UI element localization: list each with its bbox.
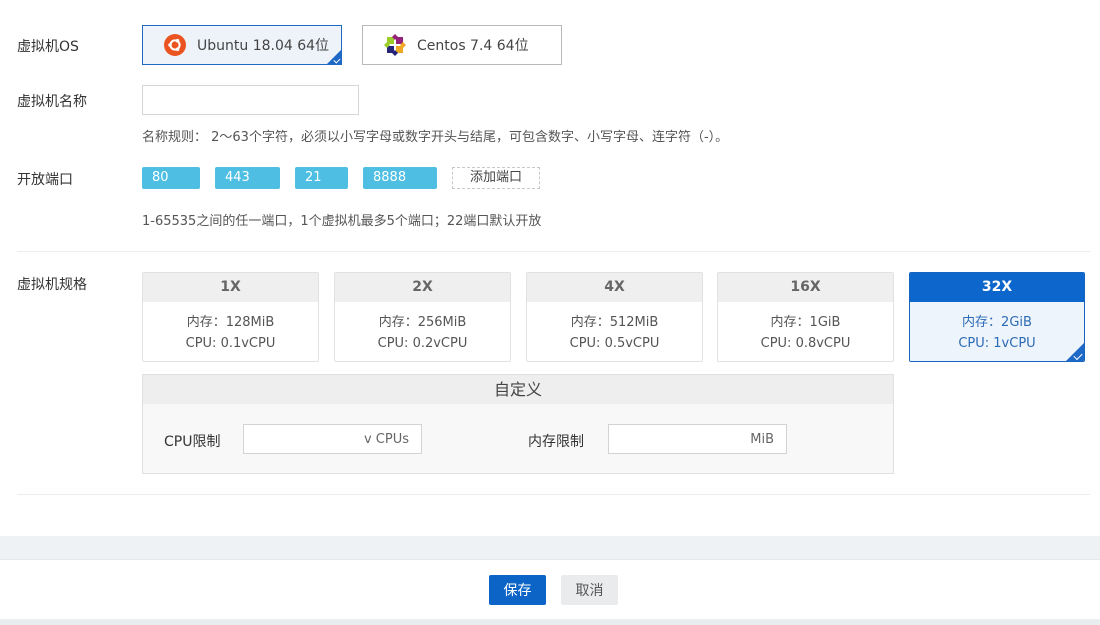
action-footer: 保存 取消 (0, 559, 1100, 619)
cpu-limit-label: CPU限制 (164, 434, 221, 450)
spec-memory: 内存：128MiB (186, 315, 275, 330)
selected-check-icon (327, 50, 341, 64)
os-option-label: Centos 7.4 64位 (417, 38, 529, 54)
add-port-button[interactable]: 添加端口 (452, 167, 540, 189)
spec-cpu: CPU: 1vCPU (958, 336, 1036, 351)
footer-separator (0, 536, 1100, 559)
cpu-unit: v CPUs (363, 431, 409, 447)
spec-cpu: CPU: 0.1vCPU (185, 336, 276, 351)
memory-limit-field[interactable]: MiB (608, 424, 787, 454)
spec-card-4x[interactable]: 4X 内存：512MiB CPU: 0.5vCPU (526, 272, 703, 362)
os-option-centos[interactable]: Centos 7.4 64位 (362, 25, 562, 65)
cpu-limit-field[interactable]: v CPUs (243, 424, 422, 454)
spec-title: 4X (527, 273, 702, 302)
spec-cpu: CPU: 0.5vCPU (569, 336, 660, 351)
memory-limit-label: 内存限制 (528, 434, 584, 450)
vm-config-page: 虚拟机OS Ubuntu 18.04 64位 Centos 7.4 64位 虚拟… (0, 0, 1100, 625)
memory-unit: MiB (750, 431, 774, 447)
spec-cpu: CPU: 0.2vCPU (377, 336, 468, 351)
cancel-button[interactable]: 取消 (561, 575, 618, 605)
spec-card-1x[interactable]: 1X 内存：128MiB CPU: 0.1vCPU (142, 272, 319, 362)
spec-memory: 内存：512MiB (570, 315, 659, 330)
save-button[interactable]: 保存 (489, 575, 546, 605)
ubuntu-icon (164, 34, 186, 56)
spec-card-16x[interactable]: 16X 内存：1GiB CPU: 0.8vCPU (717, 272, 894, 362)
spec-body: 内存：1GiB CPU: 0.8vCPU (718, 302, 893, 354)
spec-memory: 内存：1GiB (770, 315, 841, 330)
spec-memory: 内存：256MiB (378, 315, 467, 330)
cpu-limit-input[interactable] (244, 431, 364, 447)
spec-card-2x[interactable]: 2X 内存：256MiB CPU: 0.2vCPU (334, 272, 511, 362)
centos-icon (384, 34, 406, 56)
spec-label: 虚拟机规格 (17, 277, 87, 293)
spec-cpu: CPU: 0.8vCPU (760, 336, 851, 351)
vm-name-input[interactable] (142, 85, 359, 115)
memory-limit-input[interactable] (609, 431, 751, 447)
vm-config-form: 虚拟机OS Ubuntu 18.04 64位 Centos 7.4 64位 虚拟… (0, 0, 1100, 536)
ports-label: 开放端口 (17, 172, 73, 188)
port-hint-text: 1-65535之间的任一端口，1个虚拟机最多5个端口；22端口默认开放 (142, 214, 542, 229)
port-tag[interactable]: 21 (295, 167, 348, 189)
os-option-ubuntu[interactable]: Ubuntu 18.04 64位 (142, 25, 342, 65)
name-rule-text: 名称规则： 2～63个字符，必须以小写字母或数字开头与结尾，可包含数字、小写字母… (142, 130, 729, 145)
spec-title: 1X (143, 273, 318, 302)
spec-title: 16X (718, 273, 893, 302)
custom-spec-panel: 自定义 CPU限制 v CPUs 内存限制 MiB (142, 374, 894, 474)
spec-body: 内存：128MiB CPU: 0.1vCPU (143, 302, 318, 354)
spec-card-32x[interactable]: 32X 内存：2GiB CPU: 1vCPU (909, 272, 1085, 362)
spec-memory: 内存：2GiB (962, 315, 1032, 330)
section-divider (17, 251, 1090, 252)
bottom-edge (0, 619, 1100, 625)
vm-name-label: 虚拟机名称 (17, 94, 87, 110)
section-divider (17, 494, 1090, 495)
port-tag[interactable]: 80 (142, 167, 200, 189)
custom-spec-title: 自定义 (143, 375, 893, 404)
spec-body: 内存：256MiB CPU: 0.2vCPU (335, 302, 510, 354)
spec-body: 内存：512MiB CPU: 0.5vCPU (527, 302, 702, 354)
spec-title: 2X (335, 273, 510, 302)
os-label: 虚拟机OS (17, 39, 79, 55)
spec-body: 内存：2GiB CPU: 1vCPU (910, 302, 1084, 361)
spec-title: 32X (910, 273, 1084, 302)
port-tag[interactable]: 8888 (363, 167, 437, 189)
port-tag[interactable]: 443 (215, 167, 280, 189)
os-option-label: Ubuntu 18.04 64位 (197, 38, 330, 54)
selected-check-icon (1066, 343, 1084, 361)
